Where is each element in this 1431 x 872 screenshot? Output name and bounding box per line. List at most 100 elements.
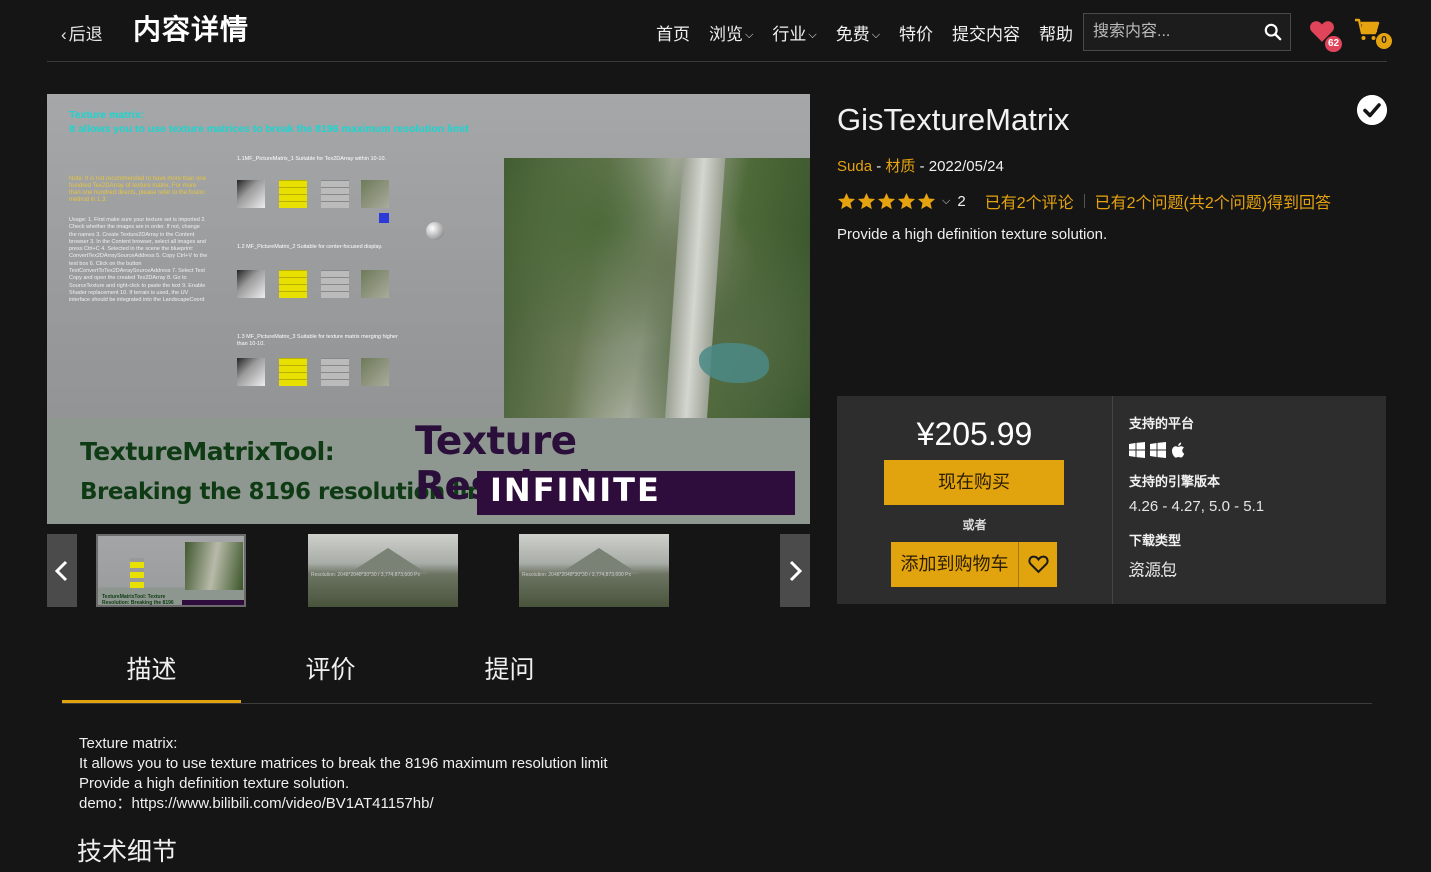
search-icon[interactable]	[1264, 23, 1282, 41]
description-line: Texture matrix:	[79, 735, 178, 752]
star-icon	[897, 192, 916, 209]
description-body: Texture matrix: It allows you to use tex…	[79, 734, 608, 814]
hero-heading-line1: Texture matrix:	[69, 109, 145, 121]
buy-now-button[interactable]: 现在购买	[884, 460, 1064, 505]
back-label: 后退	[68, 25, 103, 44]
description-line: It allows you to use texture matrices to…	[79, 755, 608, 772]
content-tabs: 描述 评价 提问	[62, 640, 1372, 704]
matrix-tile	[321, 180, 349, 208]
hero-big-title: TextureMatrixTool:	[80, 437, 335, 466]
hero-usage: Usage: 1. First make sure your texture s…	[69, 217, 208, 304]
matrix-tile	[361, 358, 389, 386]
demo-link[interactable]: demo：https://www.bilibili.com/video/BV1A…	[79, 794, 608, 814]
matrix-tile	[279, 358, 307, 386]
add-to-cart-button[interactable]: 添加到购物车	[891, 542, 1018, 587]
thumbnail-tiles	[130, 558, 144, 588]
hero-section3-label: 1.3 MF_PictureMatrix_3 Suitable for text…	[237, 334, 398, 347]
add-to-wishlist-button[interactable]	[1018, 542, 1057, 587]
tab-questions[interactable]: 提问	[420, 650, 599, 703]
meta-separator: -	[919, 158, 929, 175]
nav-home[interactable]: 首页	[656, 20, 690, 45]
matrix-tile	[321, 270, 349, 298]
hero-section1-label: 1.1MF_PictureMatrix_1 Suitable for Tex2D…	[237, 156, 387, 162]
nav-sale[interactable]: 特价	[899, 20, 933, 45]
short-description: Provide a high definition texture soluti…	[837, 226, 1108, 243]
nav-industry-label: 行业	[772, 25, 807, 44]
matrix-tile	[321, 358, 349, 386]
star-icon	[917, 192, 936, 209]
panel-divider	[1112, 396, 1113, 604]
nav-free[interactable]: 免费 ⌵	[836, 20, 880, 45]
chevron-down-icon: ⌵	[871, 29, 881, 41]
material-sphere	[426, 222, 444, 240]
link-divider	[1083, 194, 1085, 208]
download-type-heading: 下载类型	[1129, 533, 1182, 548]
download-type-link[interactable]: 资源包	[1129, 556, 1177, 580]
platform-icons	[1129, 442, 1185, 458]
chevron-right-icon	[789, 560, 803, 582]
thumbnail-caption: Resolution: 2048*2048*30*30 / 3,774,873,…	[522, 572, 631, 578]
chevron-left-icon: ‹	[61, 25, 67, 44]
purchase-panel: ¥205.99 现在购买 或者 添加到购物车 支持的平台 支持的引擎版本 4.2…	[837, 396, 1386, 604]
thumbnail-next-button[interactable]	[780, 534, 810, 607]
rating-stars[interactable]	[837, 192, 936, 211]
category-link[interactable]: 材质	[885, 158, 915, 175]
matrix-tile	[379, 213, 389, 223]
chevron-down-icon: ⌵	[808, 29, 817, 41]
thumbnail-3[interactable]: Resolution: 2048*2048*30*30 / 3,774,873,…	[519, 534, 669, 607]
product-title: GisTextureMatrix	[837, 102, 1070, 137]
thumbnail-mountain	[348, 548, 428, 574]
hero-section2-label: 1.2 MF_PictureMatrix_2 Suitable for cent…	[237, 244, 383, 250]
nav-help-label: 帮助	[1039, 25, 1074, 44]
hero-heading: Texture matrix: It allows you to use text…	[69, 108, 469, 136]
thumbnail-caption: Resolution: 2048*2048*30*30 / 3,774,873,…	[311, 572, 420, 578]
rating-row: ⌵ 2 已有2个评论 已有2个问题(共2个问题)得到回答	[837, 189, 1331, 213]
matrix-tile	[279, 180, 307, 208]
thumbnail-1[interactable]: TextureMatrixTool: Texture Resolution: B…	[96, 534, 246, 607]
thumbnail-photo	[185, 542, 243, 590]
rating-count: 2	[957, 192, 966, 210]
tab-reviews[interactable]: 评价	[241, 650, 420, 703]
nav-browse[interactable]: 浏览 ⌵	[709, 20, 753, 45]
nav-industry[interactable]: 行业 ⌵	[772, 20, 816, 45]
engine-versions: 4.26 - 4.27, 5.0 - 5.1	[1129, 498, 1265, 515]
tab-description[interactable]: 描述	[62, 650, 241, 703]
nav-submit[interactable]: 提交内容	[952, 20, 1020, 45]
search-input[interactable]	[1084, 14, 1254, 50]
matrix-tile	[237, 180, 265, 208]
nav-browse-label: 浏览	[709, 25, 743, 44]
chevron-down-icon[interactable]: ⌵	[942, 195, 950, 208]
aerial-photo	[504, 158, 810, 422]
nav-help[interactable]: 帮助	[1039, 20, 1073, 45]
reviews-link[interactable]: 已有2个评论	[985, 189, 1074, 213]
author-link[interactable]: Suda	[837, 158, 872, 175]
thumbnail-mountain	[559, 548, 639, 574]
back-button[interactable]: ‹ 后退	[61, 20, 103, 45]
thumbnail-2[interactable]: Resolution: 2048*2048*30*30 / 3,774,873,…	[308, 534, 458, 607]
matrix-tile	[361, 180, 389, 208]
engine-heading: 支持的引擎版本	[1129, 474, 1221, 489]
aerial-road	[664, 158, 726, 422]
thumbnail-infinite-bar	[182, 600, 244, 605]
hero-note: Note: It is not recommended to have more…	[69, 176, 207, 203]
tech-details-heading: 技术细节	[77, 838, 178, 866]
matrix-tile	[237, 270, 265, 298]
apple-icon	[1171, 442, 1185, 458]
or-label: 或者	[962, 518, 987, 532]
matrix-tile	[279, 270, 307, 298]
matrix-tile	[361, 270, 389, 298]
release-date: 2022/05/24	[928, 158, 1004, 175]
owned-check-icon[interactable]	[1357, 95, 1387, 125]
chevron-down-icon: ⌵	[745, 29, 754, 41]
page-title: 内容详情	[133, 14, 250, 45]
nav-submit-label: 提交内容	[952, 25, 1021, 44]
thumbnail-prev-button[interactable]	[47, 534, 77, 607]
top-header: ‹后退 内容详情 首页 浏览⌵ 行业⌵ 免费⌵ 特价 提交内容 帮助 62 0	[47, 0, 1392, 62]
product-main-image[interactable]: Texture matrix: It allows you to use text…	[47, 94, 810, 524]
main-nav: 首页 浏览 ⌵ 行业 ⌵ 免费 ⌵ 特价 提交内容 帮助	[656, 20, 1092, 45]
nav-sale-label: 特价	[899, 25, 934, 44]
heart-outline-icon	[1028, 555, 1049, 574]
hero-infinite-text: INFINITE	[490, 471, 661, 509]
questions-link[interactable]: 已有2个问题(共2个问题)得到回答	[1095, 189, 1331, 213]
price: ¥205.99	[916, 416, 1033, 452]
